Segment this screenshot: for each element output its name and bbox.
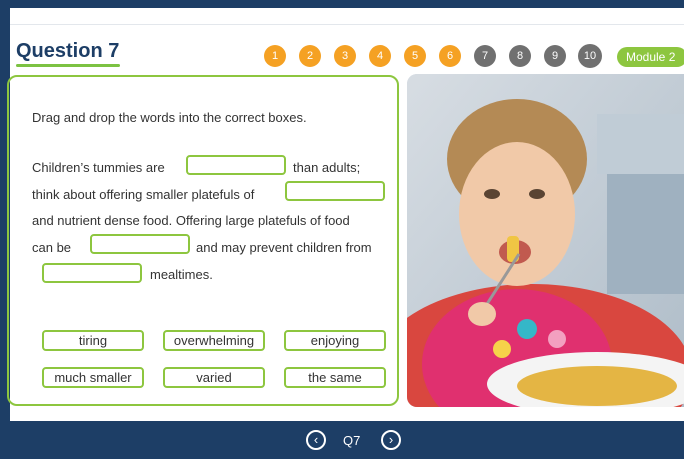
child-eating-photo [407, 74, 684, 407]
word-tile-the-same[interactable]: the same [284, 367, 386, 388]
prev-button[interactable]: ‹ [306, 430, 326, 450]
next-button[interactable]: › [381, 430, 401, 450]
progress-step-10[interactable]: 10 [578, 44, 602, 68]
module-badge: Module 2 [617, 47, 684, 67]
sentence-line-1b: than adults; [293, 160, 361, 175]
progress-step-8[interactable]: 8 [509, 45, 531, 67]
word-tile-enjoying[interactable]: enjoying [284, 330, 386, 351]
drop-box-4[interactable] [42, 263, 142, 283]
progress-step-3[interactable]: 3 [334, 45, 356, 67]
progress-step-2[interactable]: 2 [299, 45, 321, 67]
divider [10, 24, 684, 25]
progress-step-4[interactable]: 4 [369, 45, 391, 67]
question-title: Question 7 [16, 40, 120, 62]
drop-box-1[interactable] [186, 155, 286, 175]
sentence-line-5b: mealtimes. [150, 267, 213, 282]
drop-box-3[interactable] [90, 234, 190, 254]
progress-step-7[interactable]: 7 [474, 45, 496, 67]
progress-step-9[interactable]: 9 [544, 45, 566, 67]
word-tile-tiring[interactable]: tiring [42, 330, 144, 351]
sentence-line-3: and nutrient dense food. Offering large … [32, 213, 350, 228]
chevron-left-icon: ‹ [313, 432, 319, 447]
sentence-line-1a: Children’s tummies are [32, 160, 165, 175]
progress-step-6[interactable]: 6 [439, 45, 461, 67]
sentence-line-4a: can be [32, 240, 72, 255]
title-underline [16, 64, 120, 67]
chevron-right-icon: › [388, 432, 394, 447]
question-number: Q7 [343, 433, 361, 448]
sentence-line-2a: think about offering smaller platefuls o… [32, 187, 255, 202]
drop-box-2[interactable] [285, 181, 385, 201]
word-tile-much-smaller[interactable]: much smaller [42, 367, 144, 388]
instruction-text: Drag and drop the words into the correct… [32, 110, 307, 125]
progress-step-5[interactable]: 5 [404, 45, 426, 67]
word-tile-overwhelming[interactable]: overwhelming [163, 330, 265, 351]
progress-step-1[interactable]: 1 [264, 45, 286, 67]
sentence-line-4b: and may prevent children from [196, 240, 372, 255]
photo-illustration [407, 74, 684, 407]
word-tile-varied[interactable]: varied [163, 367, 265, 388]
